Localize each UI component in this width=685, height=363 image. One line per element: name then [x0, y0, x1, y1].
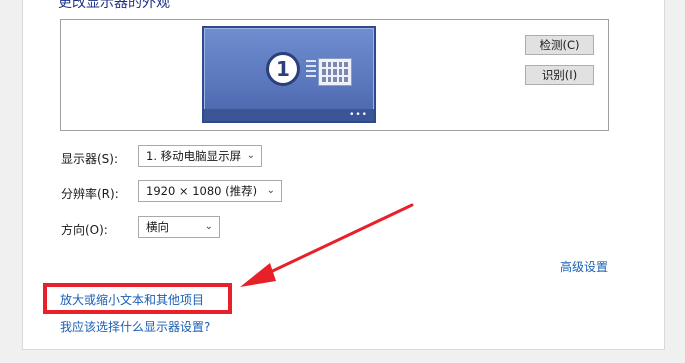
red-arrow-annotation [240, 203, 414, 287]
